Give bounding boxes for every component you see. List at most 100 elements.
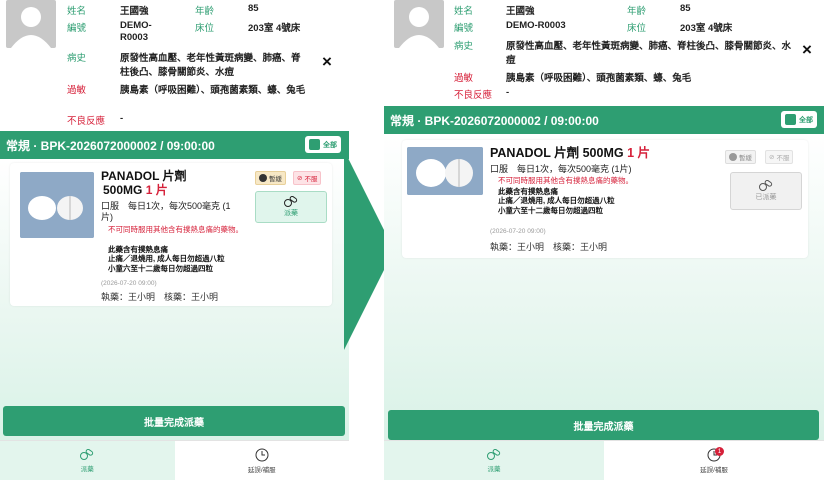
- patient-id-line1: DEMO-: [120, 20, 152, 31]
- age-label: 年齡: [627, 6, 647, 17]
- patient-age: 85: [680, 3, 691, 14]
- pills-icon: [759, 180, 773, 191]
- medication-name: PANADOL 片劑 500MG 1 片: [101, 169, 187, 198]
- dispense-button[interactable]: 派藥: [255, 191, 327, 223]
- pills-icon: [284, 196, 298, 207]
- id-label: 編號: [67, 23, 87, 34]
- hold-button[interactable]: 暫緩: [255, 171, 286, 185]
- note-line: 止痛／退燒用, 成人每日勿超過八粒: [498, 196, 615, 206]
- bottom-nav: 派藥 1 延誤/補服: [384, 440, 824, 480]
- patient-bed: 203室 4號床: [248, 23, 301, 34]
- allergy-label: 過敏: [67, 85, 87, 96]
- patient-name: 王國強: [506, 6, 535, 17]
- medication-strength: 500MG: [582, 146, 624, 160]
- clock-pill-icon: [255, 448, 269, 461]
- bottom-nav: 派藥 延誤/補服: [0, 440, 349, 480]
- patient-id: DEMO-R0003: [506, 20, 566, 31]
- medication-warning: 不可同時服用其他含有撲熱息痛的藥物。: [498, 176, 633, 185]
- hold-label: 暫緩: [739, 155, 752, 162]
- close-button[interactable]: ×: [802, 40, 812, 60]
- medication-dose: 口服 每日1次，每次500毫克 (1片): [101, 201, 231, 222]
- select-all-toggle[interactable]: 全部: [781, 111, 817, 128]
- tab-delay-label: 延誤/補服: [247, 466, 276, 474]
- checkbox-icon: [785, 114, 796, 125]
- pill-image: [20, 172, 94, 238]
- order-body: PANADOL 片劑 500MG 1 片 口服 每日1次，每次500毫克 (1片…: [384, 134, 824, 440]
- medication-brand: PANADOL 片劑: [101, 169, 187, 183]
- dispense-screen-after: 姓名 王國強 年齡 85 編號 DEMO-R0003 床位 203室 4號床 病…: [384, 0, 824, 480]
- patient-allergy: 胰島素（呼吸困難）、頭孢菌素類、蠔、兔毛: [120, 85, 306, 96]
- hold-label: 暫緩: [269, 176, 282, 183]
- note-line: 小童六至十二歲每日勿超過四粒: [498, 205, 603, 215]
- note-line: 此藥含有撲熱息痛: [108, 245, 168, 254]
- patient-adverse: -: [120, 113, 124, 124]
- dispensed-button: 已派藥: [730, 172, 802, 210]
- history-label: 病史: [67, 53, 87, 64]
- dose-timestamp: (2026-07-20 09:00): [490, 228, 546, 235]
- adverse-label: 不良反應: [67, 116, 106, 127]
- select-all-label: 全部: [323, 141, 337, 149]
- checkbox-icon: [309, 139, 320, 150]
- medication-brand: PANADOL 片劑: [490, 146, 580, 160]
- tab-dispense-label: 派藥: [80, 465, 94, 473]
- batch-complete-button[interactable]: 批量完成派藥: [3, 406, 345, 436]
- tab-dispense-label: 派藥: [487, 465, 501, 473]
- dispense-screen-before: 姓名 王國強 年齡 85 編號 DEMO- R0003 床位 203室 4號床 …: [0, 0, 349, 480]
- block-icon: ⊘: [769, 154, 775, 161]
- name-label: 姓名: [67, 6, 87, 17]
- patient-age: 85: [248, 3, 259, 14]
- note-line: 止痛／退燒用, 成人每日勿超過八粒: [108, 254, 225, 264]
- tab-delay-label: 延誤/補服: [700, 466, 728, 474]
- refuse-button[interactable]: ⊘ 不服: [293, 171, 322, 185]
- staff-info: 執藥：王小明 核藥：王小明: [101, 292, 219, 302]
- batch-complete-button[interactable]: 批量完成派藥: [388, 410, 819, 440]
- medication-name: PANADOL 片劑 500MG 1 片: [490, 146, 650, 160]
- adverse-label: 不良反應: [454, 90, 493, 101]
- tab-delay[interactable]: 1 延誤/補服: [604, 441, 824, 480]
- pause-icon: [729, 153, 737, 161]
- note-line: 此藥含有撲熱息痛: [498, 187, 558, 196]
- patient-history: 原發性高血壓、老年性黃斑病變、肺癌、脊柱後凸、膝骨關節炎、水痘: [506, 41, 792, 66]
- dose-timestamp: (2026-07-20 09:00): [101, 280, 157, 287]
- medication-warning: 不可同時服用其他含有撲熱息痛的藥物。: [108, 225, 243, 234]
- delay-badge: 1: [715, 447, 724, 456]
- bed-label: 床位: [627, 23, 647, 34]
- refuse-button: ⊘ 不服: [765, 150, 794, 164]
- medication-qty: 1 片: [145, 182, 168, 197]
- medication-card[interactable]: PANADOL 片劑 500MG 1 片 口服 每日1次，每次500毫克 (1片…: [402, 140, 808, 258]
- dispense-label: 派藥: [284, 210, 298, 217]
- note-line: 小童六至十二歲每日勿超過四粒: [108, 263, 213, 273]
- patient-info: 姓名 王國強 年齡 85 編號 DEMO-R0003 床位 203室 4號床 病…: [384, 0, 824, 101]
- name-label: 姓名: [454, 6, 474, 17]
- medication-strength: 500MG: [103, 182, 143, 197]
- bed-label: 床位: [195, 23, 215, 34]
- pill-image: [407, 147, 483, 195]
- pills-icon: [80, 448, 94, 460]
- refuse-label: 不服: [776, 155, 790, 162]
- medication-card[interactable]: PANADOL 片劑 500MG 1 片 口服 每日1次，每次500毫克 (1片…: [10, 163, 332, 306]
- tab-delay[interactable]: 延誤/補服: [175, 441, 350, 480]
- patient-name: 王國強: [120, 6, 149, 17]
- patient-info: 姓名 王國強 年齡 85 編號 DEMO- R0003 床位 203室 4號床 …: [0, 0, 349, 130]
- patient-bed: 203室 4號床: [680, 23, 733, 34]
- pause-icon: [259, 174, 267, 182]
- history-label: 病史: [454, 41, 474, 52]
- pills-icon: [487, 448, 501, 460]
- avatar: [6, 0, 56, 48]
- block-icon: ⊘: [297, 175, 303, 182]
- medication-qty: 1 片: [627, 146, 651, 160]
- patient-history: 原發性高血壓、老年性黃斑病變、肺癌、脊柱後凸、膝骨關節炎、水痘: [120, 53, 301, 78]
- patient-allergy: 胰島素（呼吸困難）、頭孢菌素類、蠔、兔毛: [506, 73, 692, 84]
- order-title: 常規 · BPK-2026072000002 / 09:00:00: [6, 138, 215, 153]
- select-all-label: 全部: [799, 116, 813, 124]
- tab-dispense[interactable]: 派藥: [384, 441, 604, 480]
- close-button[interactable]: ×: [322, 52, 332, 72]
- refuse-label: 不服: [304, 176, 318, 183]
- patient-adverse: -: [506, 87, 510, 98]
- avatar: [394, 0, 444, 48]
- tab-dispense[interactable]: 派藥: [0, 441, 175, 480]
- staff-info: 執藥：王小明 核藥：王小明: [490, 242, 608, 252]
- select-all-toggle[interactable]: 全部: [305, 136, 341, 153]
- id-label: 編號: [454, 23, 474, 34]
- medication-dose: 口服 每日1次，每次500毫克 (1片): [490, 164, 632, 174]
